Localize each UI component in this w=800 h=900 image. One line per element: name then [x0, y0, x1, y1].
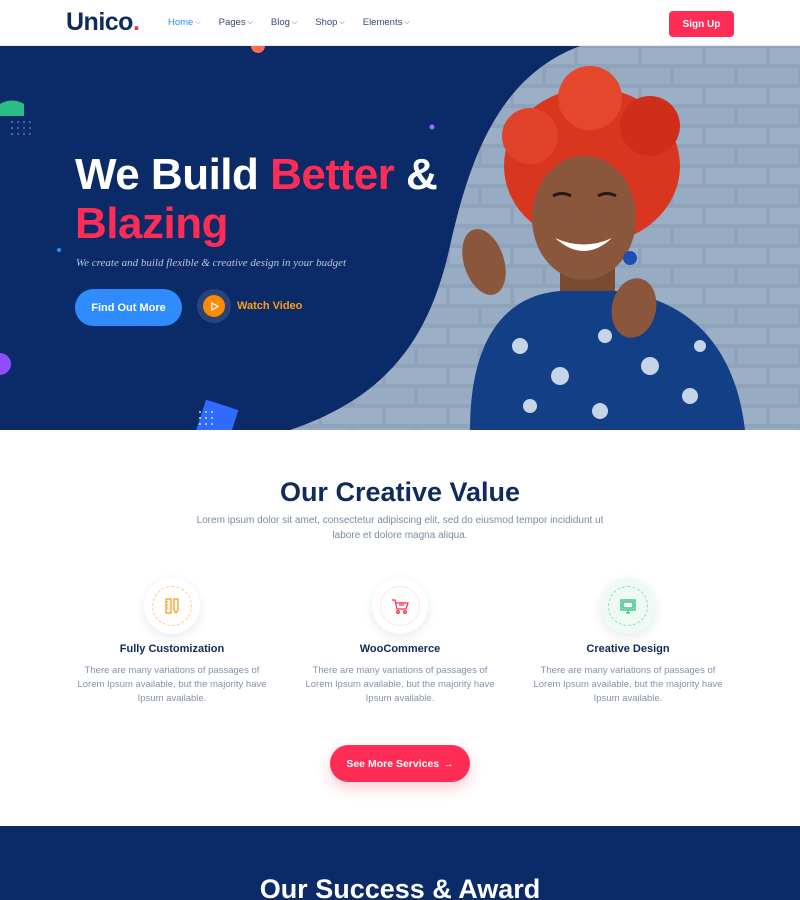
- chevron-down-icon: ⌵: [195, 19, 201, 26]
- menu-item-elements[interactable]: Elements ⌵: [363, 17, 410, 28]
- chevron-down-icon: ⌵: [291, 19, 298, 26]
- menu-item-home[interactable]: Home ⌵: [168, 17, 201, 28]
- feature-text: There are many variations of passages of…: [533, 665, 723, 704]
- hero-subtitle: We create and build flexible & creative …: [76, 257, 347, 269]
- main-menu: Home ⌵ Pages ⌵ Blog ⌵ Shop ⌵ Elements ⌵: [168, 17, 410, 28]
- see-more-services-button[interactable]: See More Services →: [330, 745, 470, 782]
- decor-dot: [251, 46, 265, 53]
- success-award-section: Our Success & Award: [0, 826, 800, 900]
- chevron-down-icon: ⌵: [247, 19, 253, 26]
- feature-card-creative-design: Creative Design There are many variation…: [528, 578, 728, 706]
- arrow-right-icon: →: [443, 757, 454, 770]
- chevron-down-icon: ⌵: [404, 19, 410, 26]
- feature-title: Creative Design: [586, 643, 670, 655]
- chevron-down-icon: ⌵: [339, 19, 345, 26]
- feature-card-woocommerce: WooCommerce There are many variations of…: [300, 578, 500, 706]
- success-award-title: Our Success & Award: [259, 874, 541, 900]
- play-icon: [203, 295, 225, 317]
- feature-title: Fully Customization: [119, 643, 225, 655]
- feature-card-customization: Fully Customization There are many varia…: [72, 578, 272, 706]
- monitor-icon: [608, 586, 648, 626]
- decor-half-circle: [0, 100, 24, 116]
- feature-text: There are many variations of passages of…: [305, 665, 495, 704]
- watch-video-label: Watch Video: [237, 300, 303, 312]
- menu-item-pages[interactable]: Pages ⌵: [219, 17, 253, 28]
- menu-item-blog[interactable]: Blog ⌵: [271, 17, 297, 28]
- shopping-cart-icon: [380, 586, 420, 626]
- creative-value-title: Our Creative Value: [279, 477, 521, 507]
- watch-video-button[interactable]: Watch Video: [197, 289, 302, 323]
- pencil-ruler-icon: [152, 586, 192, 626]
- creative-value-description: Lorem ipsum dolor sit amet, consectetur …: [196, 515, 604, 541]
- feature-title: WooCommerce: [359, 643, 441, 655]
- menu-item-shop[interactable]: Shop ⌵: [315, 17, 345, 28]
- site-logo[interactable]: Unico.: [66, 8, 140, 37]
- hero-section: We Build Better & Blazing We create and …: [0, 46, 800, 430]
- top-navbar: Unico. Home ⌵ Pages ⌵ Blog ⌵ Shop ⌵ Elements…: [0, 0, 800, 46]
- signup-button[interactable]: Sign Up: [669, 11, 734, 37]
- find-out-more-button[interactable]: Find Out More: [75, 289, 182, 326]
- hero-heading: We Build Better & Blazing: [75, 150, 438, 248]
- feature-text: There are many variations of passages of…: [77, 665, 267, 704]
